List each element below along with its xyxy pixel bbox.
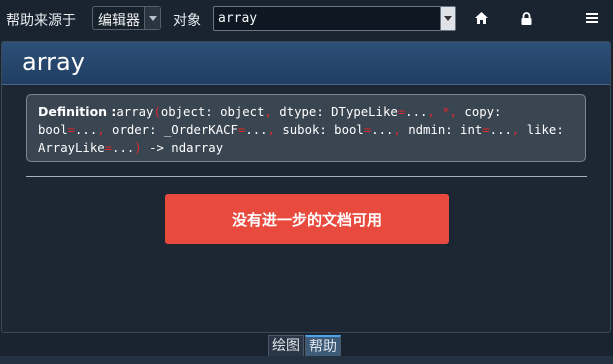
signature-text: array(object: object, dtype: DTypeLike=.…	[38, 105, 564, 155]
page-title: array	[22, 48, 85, 76]
home-icon[interactable]	[473, 10, 489, 26]
chevron-down-icon[interactable]	[144, 7, 160, 29]
object-label: 对象	[173, 13, 201, 29]
object-input[interactable]	[218, 9, 438, 28]
divider	[26, 176, 587, 177]
source-select[interactable]: 编辑器	[92, 6, 161, 30]
definition-box: Definition :array(object: object, dtype:…	[26, 94, 586, 162]
no-documentation-notice: 没有进一步的文档可用	[165, 194, 449, 244]
help-toolbar: 帮助来源于 编辑器 对象	[0, 0, 613, 40]
status-strip	[0, 356, 613, 364]
lock-icon[interactable]	[518, 10, 534, 26]
help-source-label: 帮助来源于	[6, 13, 76, 29]
source-select-value: 编辑器	[98, 13, 140, 29]
tab-help[interactable]: 帮助	[305, 335, 341, 357]
definition-label: Definition :	[38, 104, 117, 119]
bottom-tab-bar: 绘图 帮助	[268, 335, 342, 357]
panel-header: array	[2, 42, 610, 85]
object-combobox[interactable]	[213, 6, 456, 31]
hamburger-menu-icon[interactable]	[584, 10, 600, 26]
help-panel: array Definition :array(object: object, …	[1, 41, 611, 333]
chevron-down-icon[interactable]	[440, 7, 455, 30]
tab-plots[interactable]: 绘图	[268, 335, 304, 357]
